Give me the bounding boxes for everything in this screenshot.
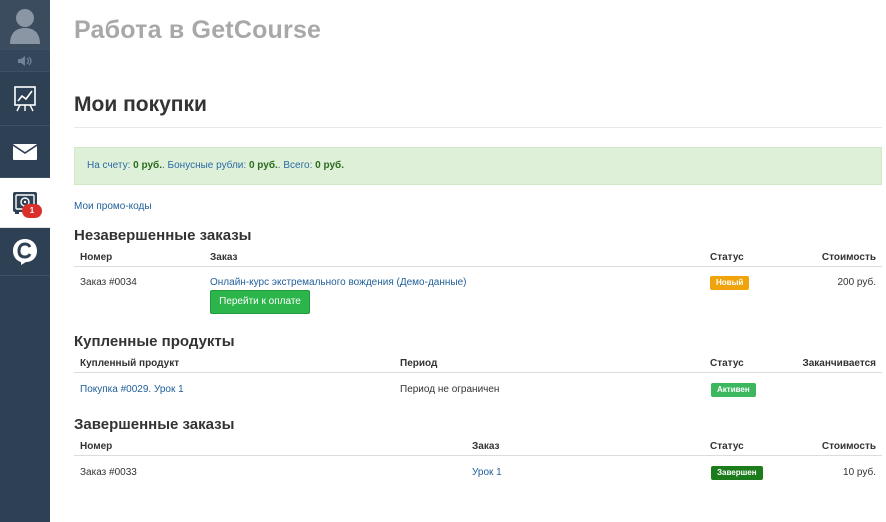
purchases-count-badge: 1 <box>22 204 42 218</box>
header-number: Номер <box>80 441 113 452</box>
pay-button[interactable]: Перейти к оплате <box>210 290 310 314</box>
header-product: Купленный продукт <box>80 358 180 369</box>
page-title: Мои покупки <box>74 93 207 116</box>
order-number: Заказ #0034 <box>80 277 137 288</box>
header-status: Статус <box>710 358 744 369</box>
status-badge: Завершен <box>711 466 763 480</box>
sidebar-item-stats[interactable] <box>0 72 50 126</box>
balance-account-value: 0 руб. <box>133 160 162 171</box>
balance-account-label: На счету: <box>87 160 131 171</box>
table-header: Купленный продукт Период Статус Заканчив… <box>74 355 882 373</box>
product-link[interactable]: Покупка #0029. Урок 1 <box>80 384 184 395</box>
sidebar-item-messages[interactable] <box>0 126 50 178</box>
header-order: Заказ <box>472 441 500 452</box>
header-period: Период <box>400 358 438 369</box>
user-avatar-icon <box>10 8 40 44</box>
unfinished-orders-table: Номер Заказ Статус Стоимость Заказ #0034… <box>74 249 882 319</box>
promo-codes-link[interactable]: Мои промо-коды <box>74 201 152 212</box>
balance-bonus-value: 0 руб. <box>248 160 278 171</box>
finished-orders-table: Номер Заказ Статус Стоимость Заказ #0033… <box>74 438 882 488</box>
sidebar-notifications-toggle[interactable] <box>0 50 50 72</box>
header-ends: Заканчивается <box>802 358 876 369</box>
title-divider <box>74 127 882 128</box>
balance-total-label: . Всего: <box>277 160 313 171</box>
purchased-products-title: Купленные продукты <box>74 333 235 350</box>
order-number: Заказ #0033 <box>80 467 137 478</box>
product-period: Период не ограничен <box>400 384 500 395</box>
order-link[interactable]: Урок 1 <box>472 467 502 478</box>
purchased-products-table: Купленный продукт Период Статус Заканчив… <box>74 355 882 405</box>
unfinished-orders-title: Незавершенные заказы <box>74 227 252 244</box>
header-cost: Стоимость <box>821 252 876 263</box>
getcourse-logo-icon <box>13 238 37 265</box>
balance-total-value: 0 руб. <box>315 160 344 171</box>
brand-title: Работа в GetCourse <box>74 16 322 44</box>
header-number: Номер <box>80 252 113 263</box>
balance-bonus-label: . Бонусные рубли: <box>161 160 247 171</box>
order-cost: 10 руб. <box>843 467 876 478</box>
status-badge: Активен <box>711 383 756 397</box>
speaker-icon <box>18 55 32 66</box>
sidebar: 1 <box>0 0 50 522</box>
order-cost: 200 руб. <box>837 277 876 288</box>
header-status: Статус <box>710 252 744 263</box>
sidebar-item-getcourse[interactable] <box>0 228 50 276</box>
header-order: Заказ <box>210 252 238 263</box>
order-link[interactable]: Онлайн-курс экстремального вождения (Дем… <box>210 277 466 288</box>
finished-orders-title: Завершенные заказы <box>74 416 235 433</box>
table-header: Номер Заказ Статус Стоимость <box>74 249 882 267</box>
envelope-icon <box>13 143 37 160</box>
header-cost: Стоимость <box>821 441 876 452</box>
table-header: Номер Заказ Статус Стоимость <box>74 438 882 456</box>
status-badge: Новый <box>710 276 750 290</box>
sidebar-profile[interactable] <box>0 0 50 50</box>
chart-board-icon <box>14 85 36 111</box>
balance-alert: На счету: 0 руб.. Бонусные рубли: 0 руб.… <box>74 147 882 185</box>
header-status: Статус <box>710 441 744 452</box>
sidebar-item-purchases[interactable]: 1 <box>0 178 50 228</box>
